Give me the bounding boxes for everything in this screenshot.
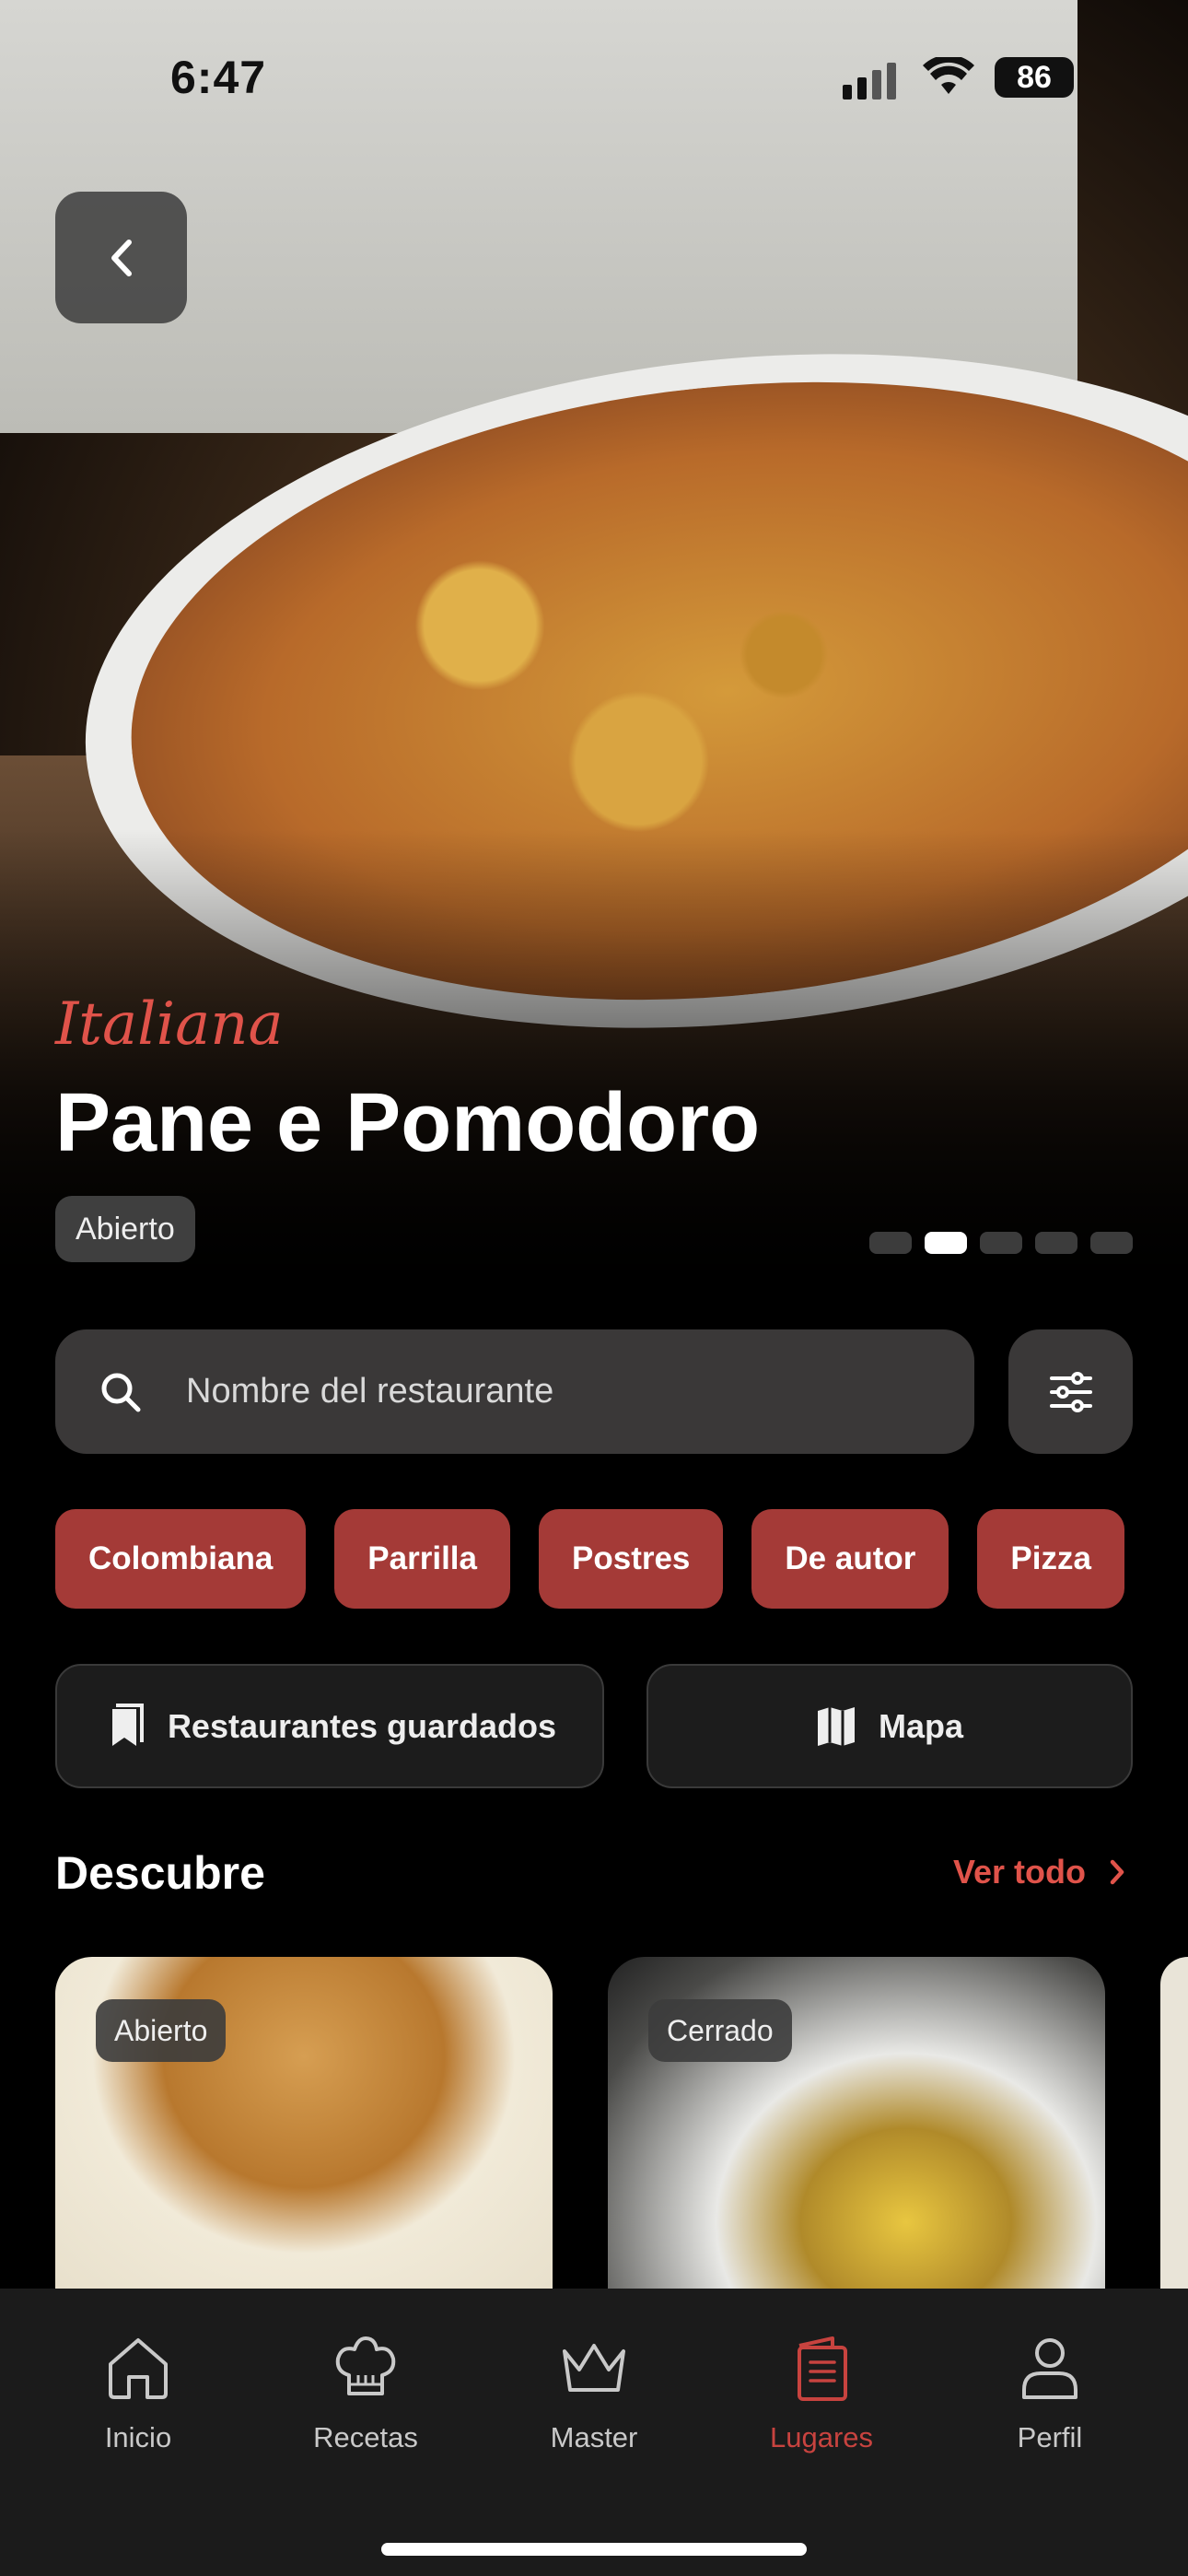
battery-icon: 86 [995,57,1074,98]
map-icon [817,1706,855,1746]
status-bar: 6:47 86 [0,0,1188,157]
status-badge: Cerrado [648,1999,792,2062]
tab-label: Perfil [1017,2421,1083,2453]
search-icon [101,1373,141,1411]
carousel-dot-active[interactable] [925,1232,967,1254]
restaurant-card[interactable]: Cerrado [608,1957,1105,2289]
see-all-link[interactable]: Ver todo [953,1853,1126,1891]
tab-label: Master [550,2421,638,2453]
hero-cuisine-label: Italiana [55,990,284,1059]
chevron-left-icon [111,239,132,276]
carousel-dot[interactable] [980,1232,1022,1254]
home-indicator[interactable] [381,2543,807,2556]
bottom-tab-bar: Inicio Recetas Master Lugares Perfil [0,2289,1188,2576]
map-label: Mapa [878,1706,964,1745]
map-button[interactable]: Mapa [646,1664,1133,1788]
status-badge: Abierto [55,1196,195,1262]
saved-restaurants-button[interactable]: Restaurantes guardados [55,1664,604,1788]
carousel-dot[interactable] [1035,1232,1077,1254]
filter-button[interactable] [1008,1329,1133,1454]
tab-master[interactable]: Master [502,2333,686,2454]
carousel-dot[interactable] [869,1232,912,1254]
user-icon [1022,2338,1077,2399]
cuisine-filter-chips: Colombiana Parrilla Postres De autor Piz… [55,1509,1124,1609]
saved-restaurants-label: Restaurantes guardados [167,1706,557,1745]
search-input[interactable]: Nombre del restaurante [55,1329,974,1454]
chip-de-autor[interactable]: De autor [751,1509,949,1609]
wifi-icon [923,57,974,94]
tab-inicio[interactable]: Inicio [46,2333,230,2454]
restaurant-card-partial[interactable] [1160,1957,1188,2289]
tab-label: Inicio [104,2421,172,2453]
chef-hat-icon [335,2336,396,2395]
carousel-indicator[interactable] [869,1232,1133,1254]
tab-lugares[interactable]: Lugares [729,2333,914,2454]
chip-parrilla[interactable]: Parrilla [334,1509,510,1609]
chip-pizza[interactable]: Pizza [977,1509,1124,1609]
tab-label: Recetas [313,2421,418,2453]
bookmarks-icon [111,1703,144,1746]
status-badge: Abierto [96,1999,227,2062]
cellular-signal-icon [843,63,896,100]
chip-postres[interactable]: Postres [539,1509,724,1609]
tab-label: Lugares [769,2421,874,2453]
status-time: 6:47 [170,52,267,103]
home-icon [109,2338,168,2399]
crown-icon [563,2344,625,2392]
search-placeholder: Nombre del restaurante [186,1372,554,1411]
carousel-dot[interactable] [1090,1232,1133,1254]
menu-book-icon [798,2336,847,2401]
section-title-descubre: Descubre [55,1847,265,1899]
chevron-right-icon [1110,1859,1124,1885]
see-all-label: Ver todo [953,1853,1087,1891]
sliders-icon [1049,1371,1092,1412]
back-button[interactable] [55,192,187,323]
tab-perfil[interactable]: Perfil [958,2333,1142,2454]
tab-recetas[interactable]: Recetas [274,2333,458,2454]
chip-colombiana[interactable]: Colombiana [55,1509,307,1609]
hero-restaurant-title[interactable]: Pane e Pomodoro [55,1076,760,1171]
restaurant-card[interactable]: Abierto [55,1957,553,2289]
